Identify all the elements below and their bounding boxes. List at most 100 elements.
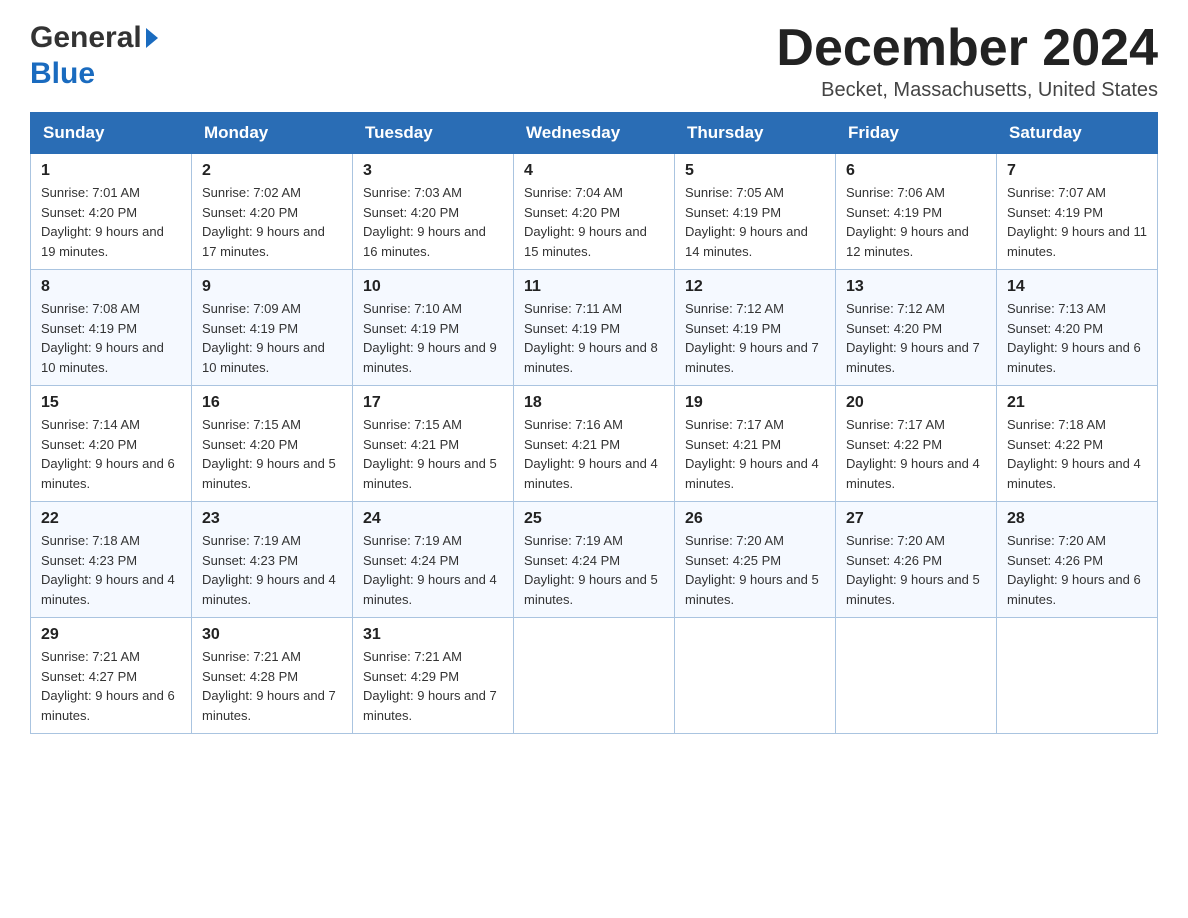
day-info: Sunrise: 7:03 AMSunset: 4:20 PMDaylight:… <box>363 183 503 261</box>
title-section: December 2024 Becket, Massachusetts, Uni… <box>776 20 1158 102</box>
week-row-4: 22 Sunrise: 7:18 AMSunset: 4:23 PMDayligh… <box>31 502 1158 618</box>
day-info: Sunrise: 7:18 AMSunset: 4:22 PMDaylight:… <box>1007 415 1147 493</box>
calendar-cell: 9Sunrise: 7:09 AMSunset: 4:19 PMDaylight… <box>192 270 353 386</box>
calendar-cell: 24 Sunrise: 7:19 AMSunset: 4:24 PMDayligh… <box>353 502 514 618</box>
day-number: 28 <box>1007 510 1147 528</box>
calendar-cell: 27Sunrise: 7:20 AMSunset: 4:26 PMDayligh… <box>836 502 997 618</box>
day-number: 13 <box>846 278 986 296</box>
calendar-cell: 31 Sunrise: 7:21 AMSunset: 4:29 PMDayligh… <box>353 618 514 734</box>
calendar-cell: 13 Sunrise: 7:12 AMSunset: 4:20 PMDayligh… <box>836 270 997 386</box>
day-info: Sunrise: 7:10 AMSunset: 4:19 PMDaylight:… <box>363 299 503 377</box>
header-tuesday: Tuesday <box>353 113 514 154</box>
day-info: Sunrise: 7:19 AMSunset: 4:24 PMDaylight:… <box>524 531 664 609</box>
day-info: Sunrise: 7:20 AMSunset: 4:26 PMDaylight:… <box>846 531 986 609</box>
day-info: Sunrise: 7:08 AMSunset: 4:19 PMDaylight:… <box>41 299 181 377</box>
calendar-cell <box>675 618 836 734</box>
calendar-cell: 8 Sunrise: 7:08 AMSunset: 4:19 PMDaylight… <box>31 270 192 386</box>
day-info: Sunrise: 7:02 AMSunset: 4:20 PMDaylight:… <box>202 183 342 261</box>
day-info: Sunrise: 7:13 AMSunset: 4:20 PMDaylight:… <box>1007 299 1147 377</box>
calendar-cell <box>514 618 675 734</box>
week-row-3: 15 Sunrise: 7:14 AMSunset: 4:20 PMDayligh… <box>31 386 1158 502</box>
calendar-cell: 6 Sunrise: 7:06 AMSunset: 4:19 PMDaylight… <box>836 154 997 270</box>
day-info: Sunrise: 7:15 AMSunset: 4:20 PMDaylight:… <box>202 415 342 493</box>
day-number: 17 <box>363 394 503 412</box>
day-number: 14 <box>1007 278 1147 296</box>
calendar-cell: 19 Sunrise: 7:17 AMSunset: 4:21 PMDayligh… <box>675 386 836 502</box>
day-info: Sunrise: 7:11 AMSunset: 4:19 PMDaylight:… <box>524 299 664 377</box>
calendar-cell: 30 Sunrise: 7:21 AMSunset: 4:28 PMDayligh… <box>192 618 353 734</box>
day-number: 6 <box>846 162 986 180</box>
day-number: 23 <box>202 510 342 528</box>
calendar-cell: 7Sunrise: 7:07 AMSunset: 4:19 PMDaylight… <box>997 154 1158 270</box>
page-header: General Blue December 2024 Becket, Massa… <box>30 20 1158 102</box>
day-number: 3 <box>363 162 503 180</box>
calendar-cell: 23 Sunrise: 7:19 AMSunset: 4:23 PMDayligh… <box>192 502 353 618</box>
day-info: Sunrise: 7:21 AMSunset: 4:29 PMDaylight:… <box>363 647 503 725</box>
day-info: Sunrise: 7:09 AMSunset: 4:19 PMDaylight:… <box>202 299 342 377</box>
day-number: 30 <box>202 626 342 644</box>
header-saturday: Saturday <box>997 113 1158 154</box>
header-sunday: Sunday <box>31 113 192 154</box>
calendar-cell: 12Sunrise: 7:12 AMSunset: 4:19 PMDayligh… <box>675 270 836 386</box>
day-number: 20 <box>846 394 986 412</box>
day-number: 22 <box>41 510 181 528</box>
day-number: 18 <box>524 394 664 412</box>
day-info: Sunrise: 7:17 AMSunset: 4:21 PMDaylight:… <box>685 415 825 493</box>
header-thursday: Thursday <box>675 113 836 154</box>
day-number: 21 <box>1007 394 1147 412</box>
calendar-table: SundayMondayTuesdayWednesdayThursdayFrid… <box>30 112 1158 734</box>
logo: General Blue <box>30 20 158 92</box>
calendar-cell: 25Sunrise: 7:19 AMSunset: 4:24 PMDayligh… <box>514 502 675 618</box>
calendar-cell <box>997 618 1158 734</box>
day-info: Sunrise: 7:19 AMSunset: 4:24 PMDaylight:… <box>363 531 503 609</box>
calendar-cell: 28 Sunrise: 7:20 AMSunset: 4:26 PMDayligh… <box>997 502 1158 618</box>
day-number: 16 <box>202 394 342 412</box>
day-info: Sunrise: 7:14 AMSunset: 4:20 PMDaylight:… <box>41 415 181 493</box>
header-row: SundayMondayTuesdayWednesdayThursdayFrid… <box>31 113 1158 154</box>
day-number: 19 <box>685 394 825 412</box>
day-number: 5 <box>685 162 825 180</box>
week-row-1: 1 Sunrise: 7:01 AMSunset: 4:20 PMDaylight… <box>31 154 1158 270</box>
day-info: Sunrise: 7:20 AMSunset: 4:26 PMDaylight:… <box>1007 531 1147 609</box>
calendar-cell: 3 Sunrise: 7:03 AMSunset: 4:20 PMDaylight… <box>353 154 514 270</box>
day-info: Sunrise: 7:21 AMSunset: 4:28 PMDaylight:… <box>202 647 342 725</box>
day-number: 7 <box>1007 162 1147 180</box>
day-info: Sunrise: 7:19 AMSunset: 4:23 PMDaylight:… <box>202 531 342 609</box>
day-number: 26 <box>685 510 825 528</box>
day-number: 31 <box>363 626 503 644</box>
day-number: 24 <box>363 510 503 528</box>
calendar-cell: 29Sunrise: 7:21 AMSunset: 4:27 PMDayligh… <box>31 618 192 734</box>
calendar-cell: 16 Sunrise: 7:15 AMSunset: 4:20 PMDayligh… <box>192 386 353 502</box>
header-monday: Monday <box>192 113 353 154</box>
day-info: Sunrise: 7:01 AMSunset: 4:20 PMDaylight:… <box>41 183 181 261</box>
location: Becket, Massachusetts, United States <box>776 79 1158 102</box>
calendar-cell <box>836 618 997 734</box>
day-info: Sunrise: 7:18 AMSunset: 4:23 PMDaylight:… <box>41 531 181 609</box>
logo-arrow-icon <box>146 28 158 48</box>
day-number: 15 <box>41 394 181 412</box>
day-info: Sunrise: 7:16 AMSunset: 4:21 PMDaylight:… <box>524 415 664 493</box>
calendar-cell: 22 Sunrise: 7:18 AMSunset: 4:23 PMDayligh… <box>31 502 192 618</box>
day-number: 4 <box>524 162 664 180</box>
calendar-cell: 17 Sunrise: 7:15 AMSunset: 4:21 PMDayligh… <box>353 386 514 502</box>
week-row-2: 8 Sunrise: 7:08 AMSunset: 4:19 PMDaylight… <box>31 270 1158 386</box>
day-info: Sunrise: 7:05 AMSunset: 4:19 PMDaylight:… <box>685 183 825 261</box>
calendar-cell: 14 Sunrise: 7:13 AMSunset: 4:20 PMDayligh… <box>997 270 1158 386</box>
calendar-cell: 20Sunrise: 7:17 AMSunset: 4:22 PMDayligh… <box>836 386 997 502</box>
calendar-cell: 21 Sunrise: 7:18 AMSunset: 4:22 PMDayligh… <box>997 386 1158 502</box>
logo-general-text: General <box>30 20 142 56</box>
day-info: Sunrise: 7:20 AMSunset: 4:25 PMDaylight:… <box>685 531 825 609</box>
week-row-5: 29Sunrise: 7:21 AMSunset: 4:27 PMDayligh… <box>31 618 1158 734</box>
day-number: 8 <box>41 278 181 296</box>
day-info: Sunrise: 7:12 AMSunset: 4:19 PMDaylight:… <box>685 299 825 377</box>
header-wednesday: Wednesday <box>514 113 675 154</box>
day-number: 1 <box>41 162 181 180</box>
day-info: Sunrise: 7:15 AMSunset: 4:21 PMDaylight:… <box>363 415 503 493</box>
calendar-cell: 4 Sunrise: 7:04 AMSunset: 4:20 PMDaylight… <box>514 154 675 270</box>
calendar-cell: 1 Sunrise: 7:01 AMSunset: 4:20 PMDaylight… <box>31 154 192 270</box>
day-info: Sunrise: 7:06 AMSunset: 4:19 PMDaylight:… <box>846 183 986 261</box>
day-number: 2 <box>202 162 342 180</box>
day-info: Sunrise: 7:04 AMSunset: 4:20 PMDaylight:… <box>524 183 664 261</box>
day-number: 29 <box>41 626 181 644</box>
day-info: Sunrise: 7:12 AMSunset: 4:20 PMDaylight:… <box>846 299 986 377</box>
